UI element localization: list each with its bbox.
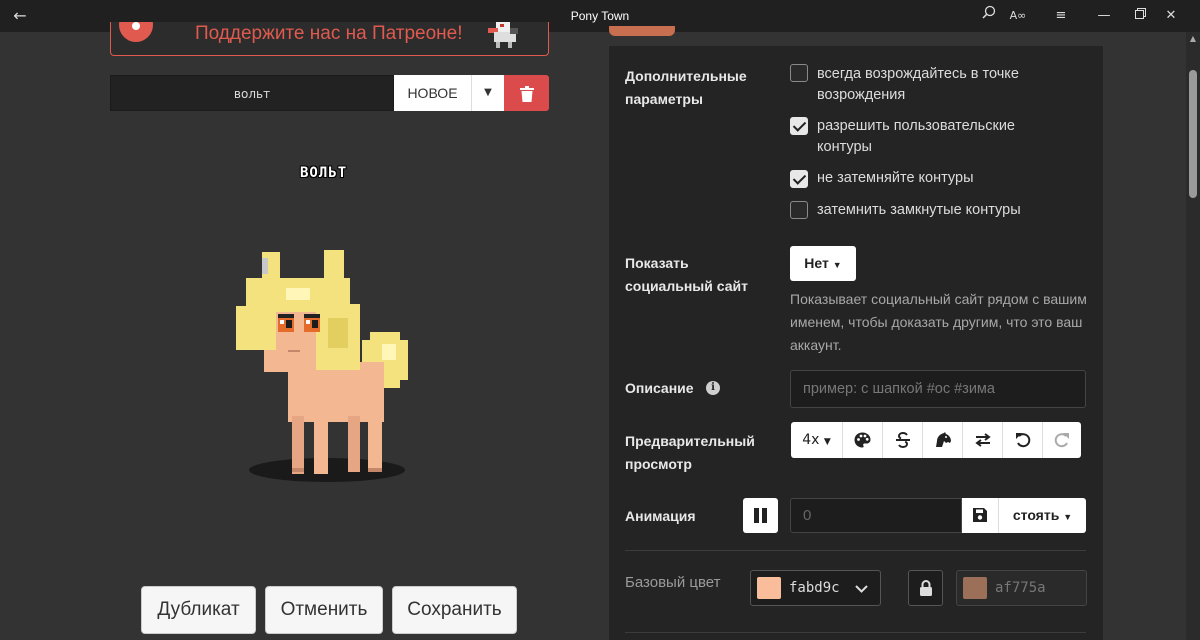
preview-zoom-value: 4x: [802, 432, 820, 448]
save-button[interactable]: Сохранить: [392, 586, 517, 634]
caret-down-icon: ▼: [832, 260, 842, 270]
swap-button[interactable]: [963, 422, 1003, 458]
base-color-swatch: [757, 577, 781, 599]
duplicate-button[interactable]: Дубликат: [141, 586, 256, 634]
preview-zoom-dropdown[interactable]: 4x ▼: [791, 422, 843, 458]
preview-toolbar: 4x ▼: [791, 422, 1081, 458]
patreon-banner[interactable]: Поддержите нас на Патреоне!: [110, 22, 549, 56]
page-scrollbar[interactable]: ▲: [1186, 32, 1200, 640]
pause-button[interactable]: [743, 498, 778, 533]
checkbox-respawn[interactable]: [790, 64, 808, 82]
checkbox-custom-outlines[interactable]: [790, 117, 808, 135]
redo-icon: [1054, 433, 1069, 448]
undo-icon: [1015, 433, 1030, 448]
character-name-input[interactable]: вольт: [110, 75, 394, 111]
close-icon[interactable]: ✕: [1158, 4, 1184, 28]
cancel-button[interactable]: Отменить: [265, 586, 383, 634]
read-aloud-icon[interactable]: A∞: [1005, 4, 1031, 28]
character-select-bar: вольт НОВОЕ ▼: [110, 75, 549, 111]
new-character-button[interactable]: НОВОЕ: [394, 75, 472, 111]
base-color-picker[interactable]: fabd9c: [750, 570, 881, 606]
divider: [625, 550, 1086, 551]
checkbox-darken-closed-outlines[interactable]: [790, 201, 808, 219]
checkbox-no-darken-outlines[interactable]: [790, 170, 808, 188]
outline-color-hex: af775a: [995, 580, 1046, 596]
info-icon[interactable]: i: [706, 381, 720, 395]
caret-down-icon: ▼: [1063, 512, 1073, 522]
menu-icon[interactable]: ≡: [1048, 4, 1074, 28]
social-site-value: Нет: [804, 255, 829, 271]
description-label: Описание: [625, 380, 694, 396]
trash-icon: [519, 85, 534, 102]
character-dropdown-button[interactable]: ▼: [472, 75, 504, 111]
active-tab-indicator[interactable]: [609, 26, 675, 36]
checkbox-darken-closed-outlines-label: затемнить замкнутые контуры: [817, 202, 1021, 218]
pony-preview-name: ВОЛЬТ: [300, 165, 348, 181]
animation-select[interactable]: стоять ▼: [999, 498, 1086, 533]
delete-character-button[interactable]: [504, 75, 549, 111]
base-color-label: Базовый цвет: [625, 574, 721, 591]
caret-down-icon: ▼: [823, 437, 831, 447]
strikethrough-button[interactable]: [883, 422, 923, 458]
restore-icon[interactable]: [1127, 4, 1153, 28]
strikethrough-icon: [895, 431, 910, 449]
palette-icon: [854, 432, 871, 448]
patreon-pony-icon: [488, 22, 518, 48]
animation-select-value: стоять: [1012, 507, 1060, 523]
social-site-dropdown[interactable]: Нет ▼: [790, 246, 856, 281]
social-site-label: Показать социальный сайт: [625, 255, 748, 294]
social-site-help: Показывает социальный сайт рядом с вашим…: [790, 291, 1087, 353]
description-input[interactable]: пример: с шапкой #ос #зима: [790, 370, 1086, 408]
pony-preview: [236, 250, 408, 482]
zoom-icon[interactable]: [976, 4, 1002, 28]
animation-label: Анимация: [625, 508, 696, 524]
chevron-down-icon: [855, 571, 868, 605]
preview-label: Предварительный просмотр: [625, 433, 755, 472]
horse-head-icon: [935, 432, 951, 447]
patreon-text: Поддержите нас на Патреоне!: [195, 23, 463, 44]
floppy-disk-icon: [973, 508, 987, 522]
checkbox-respawn-label: всегда возрождайтесь в точке возрождения: [817, 66, 1019, 103]
minimize-icon[interactable]: —: [1091, 4, 1117, 28]
redo-button[interactable]: [1043, 422, 1081, 458]
palette-button[interactable]: [843, 422, 883, 458]
patreon-logo-icon: [119, 22, 153, 42]
scrollbar-thumb[interactable]: [1189, 70, 1197, 198]
swap-arrows-icon: [974, 433, 991, 447]
outline-color-swatch: [963, 577, 987, 599]
animation-save-button[interactable]: [962, 498, 999, 533]
animation-frame-input[interactable]: 0: [790, 498, 962, 533]
extra-options-label: Дополнительные параметры: [625, 68, 747, 107]
outline-color-picker[interactable]: af775a: [956, 570, 1087, 606]
checkbox-custom-outlines-label: разрешить пользовательские контуры: [817, 118, 1015, 155]
lock-icon: [919, 580, 932, 596]
base-color-hex: fabd9c: [789, 580, 840, 596]
divider: [625, 632, 1086, 633]
pony-head-button[interactable]: [923, 422, 963, 458]
undo-button[interactable]: [1003, 422, 1043, 458]
lock-button[interactable]: [908, 570, 943, 606]
scroll-up-arrow-icon[interactable]: ▲: [1186, 34, 1200, 43]
checkbox-no-darken-outlines-label: не затемняйте контуры: [817, 170, 974, 186]
